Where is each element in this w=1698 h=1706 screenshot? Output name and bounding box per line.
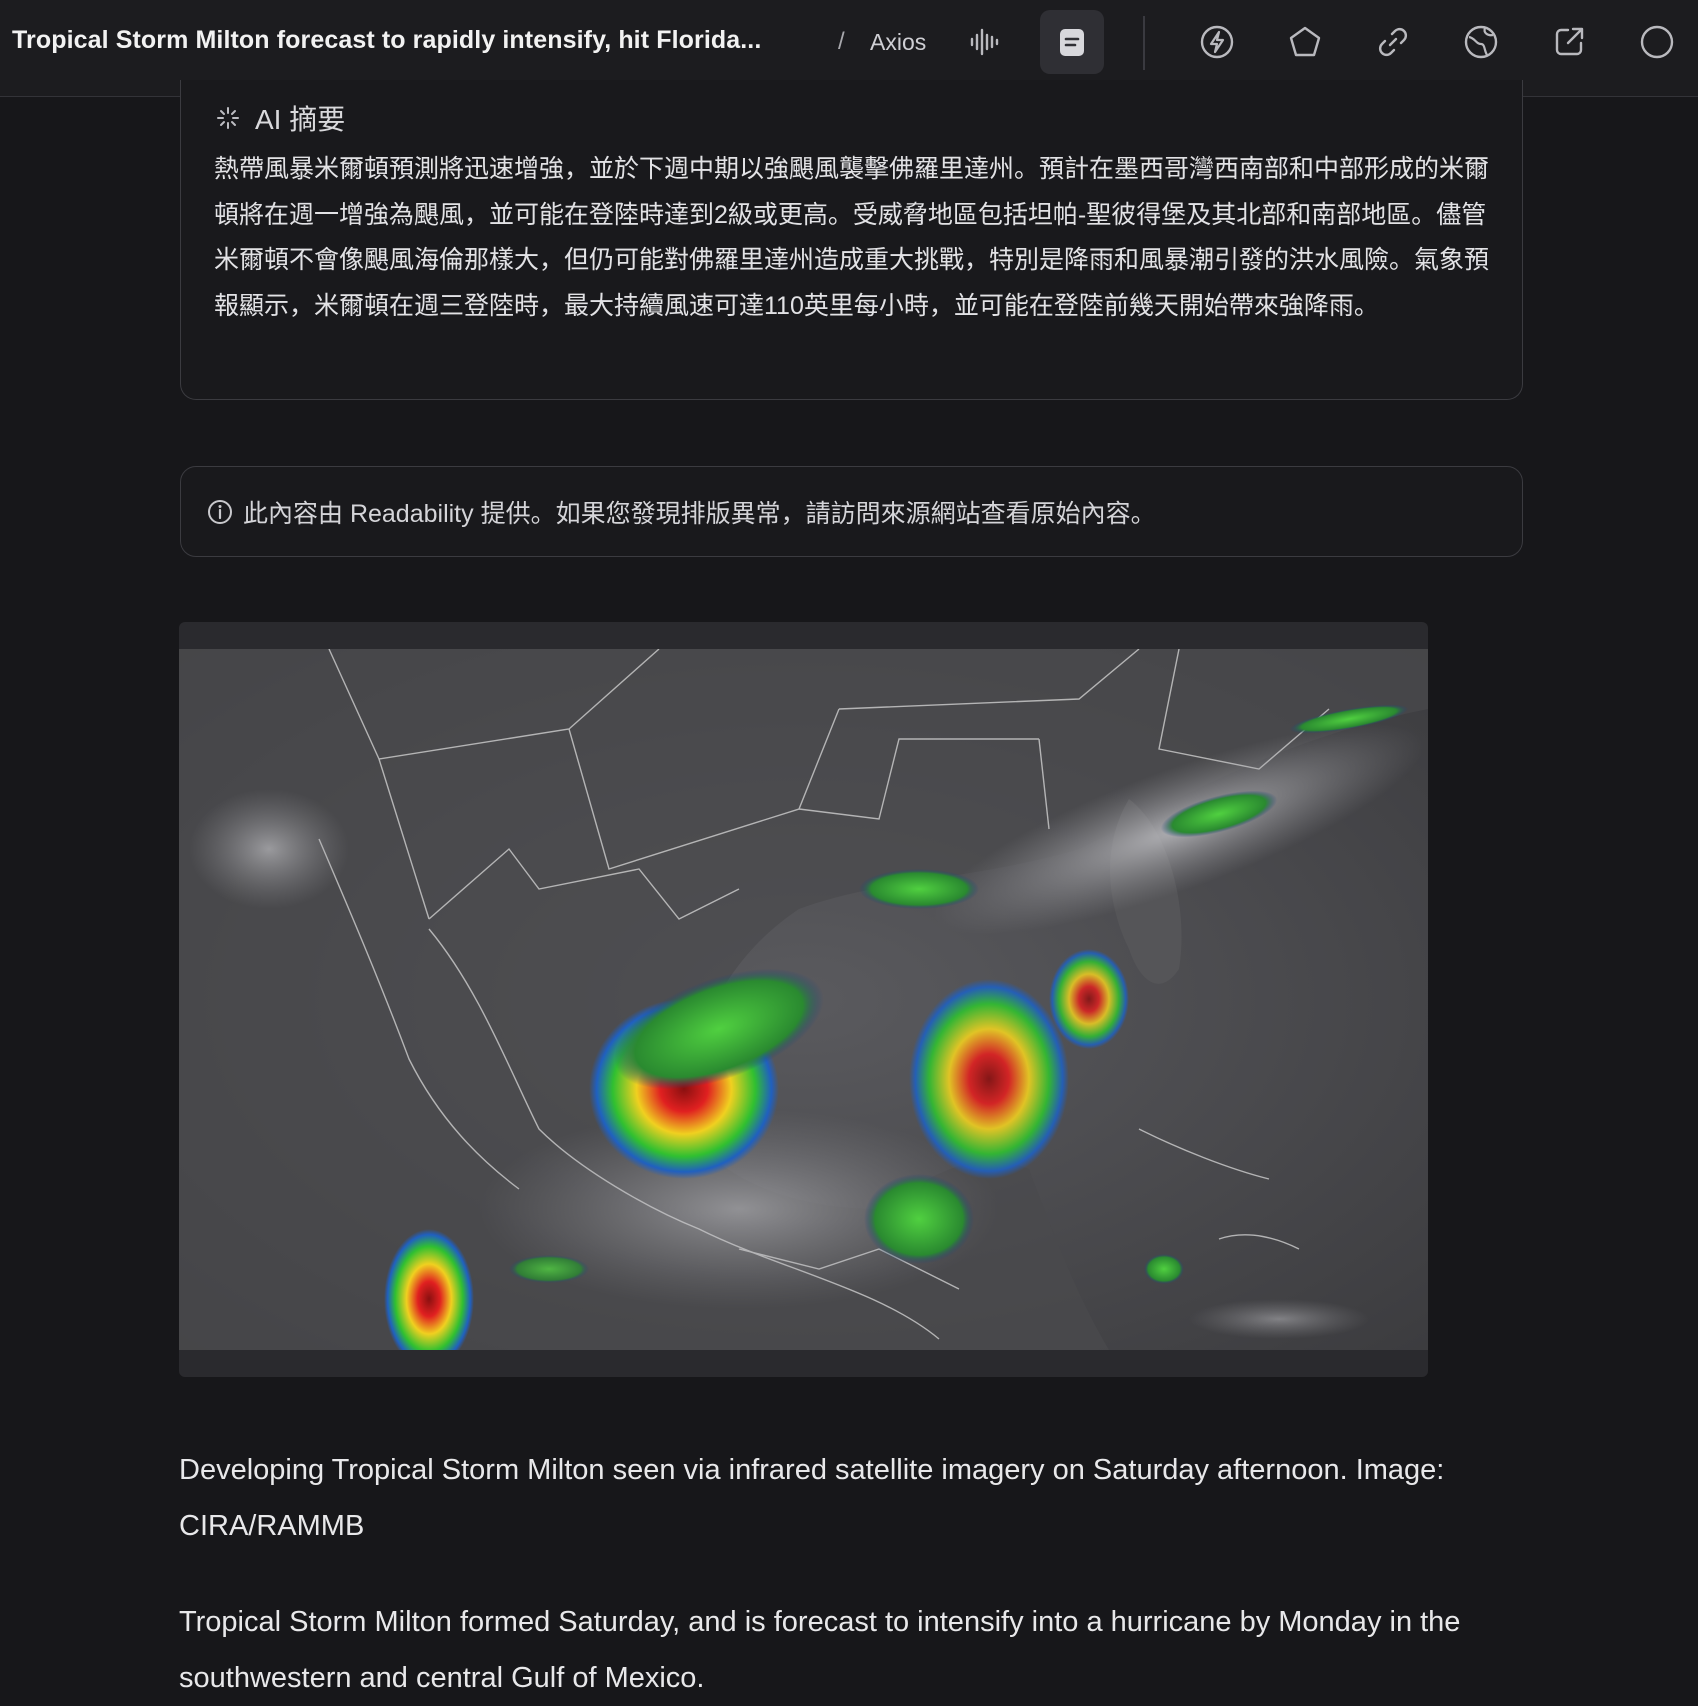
readability-notice: 此內容由 Readability 提供。如果您發現排版異常，請訪問來源網站查看原… <box>180 466 1523 557</box>
quick-action-button[interactable] <box>1185 10 1249 74</box>
toolbar-divider <box>1143 16 1145 70</box>
sparkle-icon <box>217 107 239 129</box>
external-link-icon <box>1555 27 1584 56</box>
ai-summary-text: 熱帶風暴米爾頓預測將迅速增強，並於下週中期以強颶風襲擊佛羅里達州。預計在墨西哥灣… <box>214 155 1490 320</box>
bookmark-button[interactable] <box>1273 10 1337 74</box>
reader-mode-icon <box>1060 29 1084 56</box>
globe-icon <box>1464 25 1498 59</box>
open-external-button[interactable] <box>1537 10 1601 74</box>
ai-summary-heading: AI 摘要 <box>255 104 346 135</box>
link-icon <box>1379 28 1407 56</box>
breadcrumb-separator: / <box>838 28 845 55</box>
article-paragraph: Tropical Storm Milton formed Saturday, a… <box>179 1606 1461 1694</box>
bolt-icon <box>1200 25 1234 59</box>
image-caption: Developing Tropical Storm Milton seen vi… <box>179 1454 1445 1542</box>
notice-text: 此內容由 Readability 提供。如果您發現排版異常，請訪問來源網站查看原… <box>243 500 1156 528</box>
audio-waveform-icon <box>970 28 999 56</box>
reader-mode-button[interactable] <box>1040 10 1104 74</box>
translate-button[interactable] <box>1449 10 1513 74</box>
copy-link-button[interactable] <box>1361 10 1425 74</box>
circle-icon <box>1640 25 1674 59</box>
audio-button[interactable] <box>952 10 1016 74</box>
notice-row: 此內容由 Readability 提供。如果您發現排版異常，請訪問來源網站查看原… <box>207 494 1156 530</box>
ai-summary-card: AI 摘要 熱帶風暴米爾頓預測將迅速增強，並於下週中期以強颶風襲擊佛羅里達州。預… <box>180 80 1523 400</box>
pentagon-icon <box>1289 26 1321 57</box>
source-link[interactable]: Axios <box>870 29 926 56</box>
more-button[interactable] <box>1625 10 1689 74</box>
satellite-image <box>179 622 1428 1377</box>
ai-summary-header: AI 摘要 <box>215 98 345 138</box>
info-icon <box>208 500 232 524</box>
page-title: Tropical Storm Milton forecast to rapidl… <box>12 26 762 54</box>
